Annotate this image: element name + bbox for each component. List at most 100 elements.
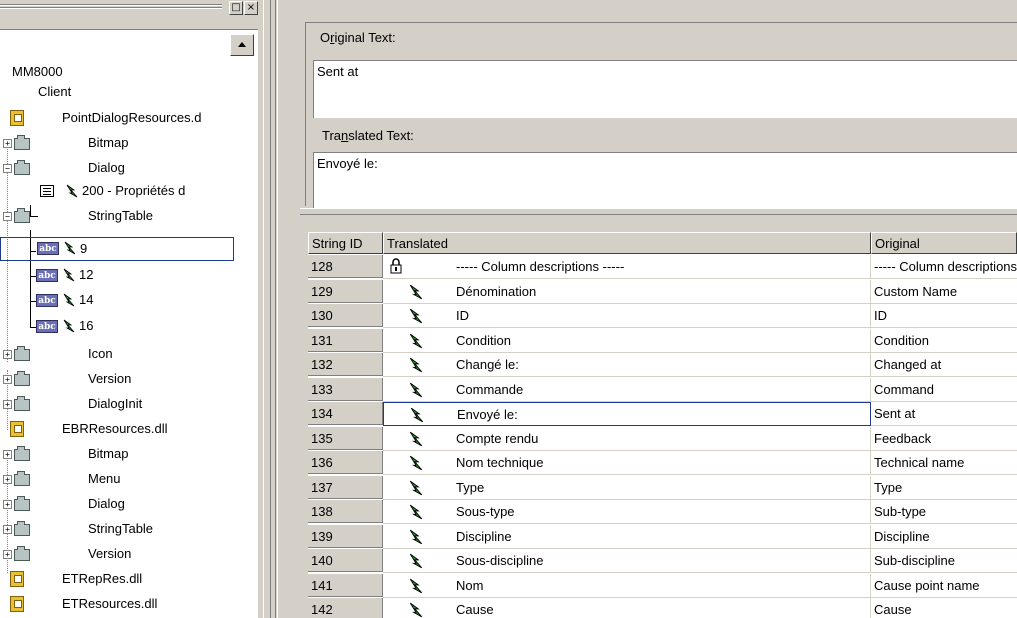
original-cell[interactable]: ID: [871, 304, 1017, 328]
translated-cell[interactable]: Sous-type: [383, 500, 871, 524]
original-cell[interactable]: Cause point name: [871, 574, 1017, 598]
column-header-original[interactable]: Original: [871, 232, 1017, 254]
original-cell[interactable]: Sub-type: [871, 500, 1017, 524]
horizontal-splitter[interactable]: [300, 208, 1017, 215]
translated-text: Sous-discipline: [456, 553, 544, 568]
expand-icon[interactable]: +: [3, 139, 12, 148]
tree-item-label: 16: [79, 318, 94, 333]
translated-cell[interactable]: ID: [383, 304, 871, 328]
expand-icon[interactable]: +: [3, 450, 12, 459]
table-row[interactable]: 134 Envoyé le: Sent at: [308, 402, 1017, 426]
table-row[interactable]: 140 Sous-discipline Sub-discipline: [308, 549, 1017, 573]
folder-icon: [14, 446, 30, 461]
original-cell[interactable]: Discipline: [871, 525, 1017, 549]
original-cell[interactable]: Condition: [871, 329, 1017, 353]
translated-cell[interactable]: Type: [383, 475, 871, 500]
original-cell[interactable]: Type: [871, 476, 1017, 500]
original-cell[interactable]: Technical name: [871, 451, 1017, 475]
column-header-string-id[interactable]: String ID: [308, 232, 383, 254]
string-id-cell[interactable]: 139: [308, 524, 383, 548]
translated-cell[interactable]: Cause: [383, 598, 871, 618]
table-row[interactable]: 132 Changé le: Changed at: [308, 353, 1017, 377]
original-cell[interactable]: Custom Name: [871, 280, 1017, 304]
table-row[interactable]: 129 Dénomination Custom Name: [308, 279, 1017, 304]
folder-icon: [14, 208, 30, 223]
table-row[interactable]: 135 Compte rendu Feedback: [308, 426, 1017, 451]
string-id-cell[interactable]: 128: [308, 255, 383, 278]
close-icon: ×: [246, 2, 256, 13]
expand-icon[interactable]: +: [3, 550, 12, 559]
table-row[interactable]: 128 ----- Column descriptions ----- ----- …: [308, 255, 1017, 279]
string-id-cell[interactable]: 134: [308, 402, 383, 425]
translated-text-field[interactable]: Envoyé le:: [313, 152, 1017, 208]
pane-splitter[interactable]: [263, 0, 271, 618]
string-id-cell[interactable]: 131: [308, 328, 383, 352]
dll-icon: [10, 421, 24, 437]
expand-icon[interactable]: +: [3, 500, 12, 509]
table-row[interactable]: 139 Discipline Discipline: [308, 524, 1017, 549]
table-row[interactable]: 142 Cause Cause: [308, 598, 1017, 618]
table-row[interactable]: 137 Type Type: [308, 475, 1017, 500]
tree-item-label: StringTable: [88, 208, 154, 223]
table-row[interactable]: 130 ID ID: [308, 304, 1017, 328]
string-id-cell[interactable]: 137: [308, 475, 383, 499]
translated-cell[interactable]: ----- Column descriptions -----: [383, 255, 871, 279]
original-cell[interactable]: Sub-discipline: [871, 549, 1017, 573]
original-cell[interactable]: Command: [871, 378, 1017, 402]
table-row[interactable]: 141 Nom Cause point name: [308, 573, 1017, 598]
original-text-label: Original Text:: [320, 30, 396, 45]
expand-icon[interactable]: +: [3, 475, 12, 484]
translated-cell[interactable]: Nom technique: [383, 451, 871, 475]
string-grid[interactable]: String ID Translated Original 128 ----- C…: [308, 232, 1017, 618]
original-cell[interactable]: ----- Column descriptions -----: [871, 255, 1017, 279]
expand-icon[interactable]: +: [3, 525, 12, 534]
string-id-cell[interactable]: 142: [308, 598, 383, 618]
resource-tree[interactable]: MM8000 Client PointDialogResources.d + B…: [0, 29, 258, 618]
close-button[interactable]: ×: [244, 1, 258, 15]
translated-cell[interactable]: Compte rendu: [383, 426, 871, 451]
string-id-cell[interactable]: 141: [308, 573, 383, 597]
translated-text: Cause: [456, 602, 494, 617]
original-cell[interactable]: Sent at: [871, 402, 1017, 426]
translated-cell[interactable]: Condition: [383, 328, 871, 353]
table-row[interactable]: 136 Nom technique Technical name: [308, 451, 1017, 475]
scroll-up-button[interactable]: [230, 34, 254, 56]
restore-button[interactable]: □: [229, 1, 243, 15]
translated-cell[interactable]: Nom: [383, 573, 871, 598]
titlebar-groove: [0, 7, 222, 9]
string-id-cell[interactable]: 140: [308, 549, 383, 572]
green-arrow-icon: [410, 407, 424, 423]
restore-icon: □: [231, 2, 241, 13]
tree-item-string-9[interactable]: abc 9: [0, 237, 234, 261]
original-cell[interactable]: Feedback: [871, 427, 1017, 451]
expand-icon[interactable]: +: [3, 350, 12, 359]
original-cell[interactable]: Changed at: [871, 353, 1017, 377]
string-id-cell[interactable]: 129: [308, 279, 383, 303]
table-row[interactable]: 131 Condition Condition: [308, 328, 1017, 353]
table-row[interactable]: 133 Commande Command: [308, 377, 1017, 402]
translated-text: ----- Column descriptions -----: [456, 259, 625, 274]
translated-cell[interactable]: Changé le:: [383, 353, 871, 377]
collapse-icon[interactable]: −: [3, 212, 12, 221]
tree-item-label: Version: [88, 546, 132, 561]
translated-cell[interactable]: Sous-discipline: [383, 549, 871, 573]
translated-cell[interactable]: Envoyé le:: [383, 402, 871, 426]
string-id-cell[interactable]: 133: [308, 377, 383, 401]
table-row[interactable]: 138 Sous-type Sub-type: [308, 500, 1017, 524]
string-id-cell[interactable]: 136: [308, 451, 383, 474]
string-id-cell[interactable]: 135: [308, 426, 383, 450]
translated-cell[interactable]: Dénomination: [383, 279, 871, 304]
translated-cell[interactable]: Discipline: [383, 524, 871, 549]
expand-icon[interactable]: +: [3, 375, 12, 384]
translated-cell[interactable]: Commande: [383, 377, 871, 402]
column-header-translated[interactable]: Translated: [383, 232, 871, 254]
expand-icon[interactable]: +: [3, 400, 12, 409]
original-cell[interactable]: Cause: [871, 598, 1017, 618]
original-text-field[interactable]: Sent at: [313, 60, 1017, 118]
collapse-icon[interactable]: −: [3, 164, 12, 173]
string-id-cell[interactable]: 138: [308, 500, 383, 523]
tree-item-label: 14: [79, 292, 94, 307]
tree-item-label: Dialog: [88, 496, 125, 511]
string-id-cell[interactable]: 132: [308, 353, 383, 376]
string-id-cell[interactable]: 130: [308, 304, 383, 327]
